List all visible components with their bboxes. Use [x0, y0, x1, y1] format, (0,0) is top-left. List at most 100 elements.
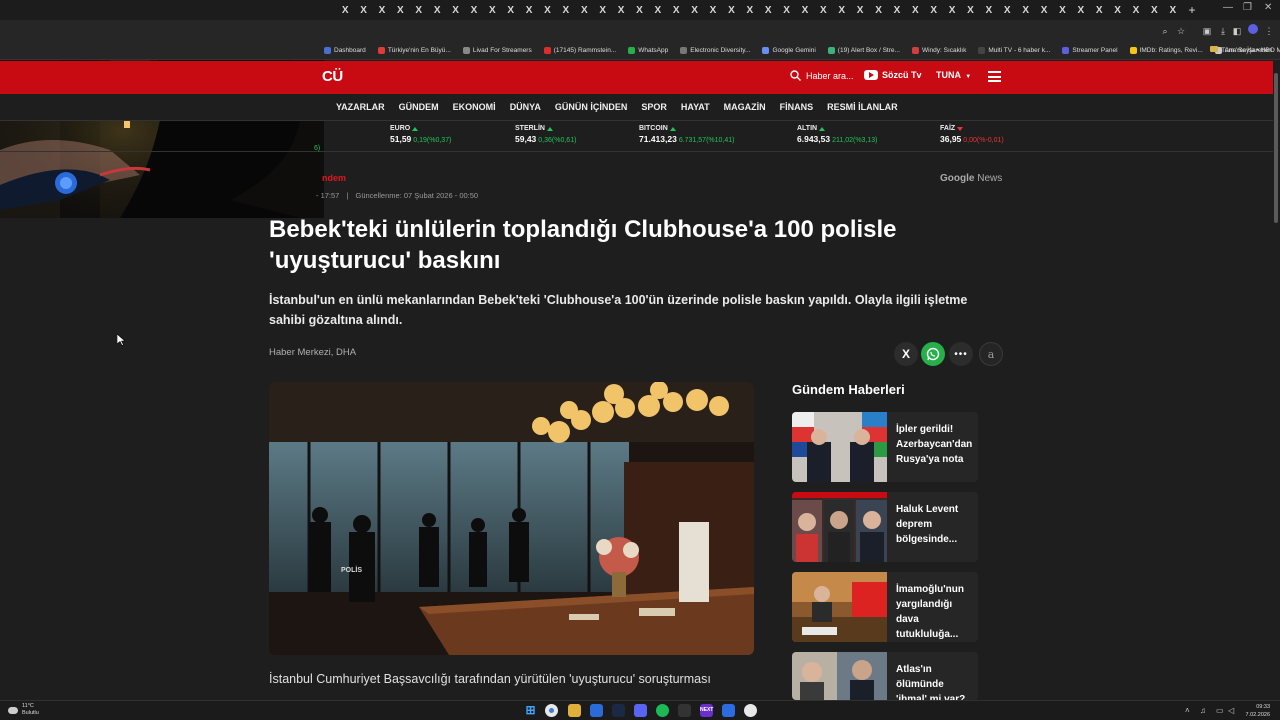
- browser-tab[interactable]: X: [888, 0, 906, 20]
- search-button[interactable]: Haber ara...: [790, 70, 854, 81]
- browser-tab[interactable]: X: [1016, 0, 1034, 20]
- tab-close-icon[interactable]: X: [507, 5, 514, 16]
- steam-icon[interactable]: [612, 704, 625, 717]
- browser-tab[interactable]: X: [943, 0, 961, 20]
- browser-tab[interactable]: X: [777, 0, 795, 20]
- tab-close-icon[interactable]: X: [1059, 5, 1066, 16]
- bookmark-item[interactable]: Streamer Panel: [1062, 47, 1118, 54]
- browser-tab[interactable]: X: [391, 0, 409, 20]
- share-x-button[interactable]: X: [894, 342, 918, 366]
- sidebar-news-item[interactable]: İmamoğlu'nun yargılandığı dava tutuklulu…: [792, 572, 978, 642]
- browser-tab[interactable]: X: [1035, 0, 1053, 20]
- browser-tab[interactable]: X: [741, 0, 759, 20]
- browser-tab[interactable]: X: [998, 0, 1016, 20]
- tab-close-icon[interactable]: X: [342, 5, 349, 16]
- browser-tab[interactable]: X: [575, 0, 593, 20]
- tab-close-icon[interactable]: X: [1077, 5, 1084, 16]
- tab-close-icon[interactable]: X: [765, 5, 772, 16]
- tab-close-icon[interactable]: X: [728, 5, 735, 16]
- bookmark-item[interactable]: WhatsApp: [628, 47, 668, 54]
- browser-tab[interactable]: X: [906, 0, 924, 20]
- tab-close-icon[interactable]: X: [581, 5, 588, 16]
- file-explorer-icon[interactable]: [568, 704, 581, 717]
- tab-close-icon[interactable]: X: [1114, 5, 1121, 16]
- nav-item[interactable]: SPOR: [641, 102, 667, 112]
- close-window-icon[interactable]: ✕: [1264, 2, 1272, 13]
- browser-tab[interactable]: X: [851, 0, 869, 20]
- browser-tab[interactable]: X: [502, 0, 520, 20]
- bookmark-star-icon[interactable]: ☆: [1174, 24, 1188, 38]
- browser-tab[interactable]: X: [685, 0, 703, 20]
- browser-tab[interactable]: X: [925, 0, 943, 20]
- hamburger-menu-icon[interactable]: [988, 71, 1001, 82]
- nav-item[interactable]: DÜNYA: [510, 102, 541, 112]
- browser-tab[interactable]: X: [869, 0, 887, 20]
- ticker-item[interactable]: FAİZ 36,95 0,00(%-0,01): [940, 125, 1004, 144]
- tab-close-icon[interactable]: X: [471, 5, 478, 16]
- tab-close-icon[interactable]: X: [397, 5, 404, 16]
- browser-tab[interactable]: X: [833, 0, 851, 20]
- browser-tab[interactable]: X: [814, 0, 832, 20]
- browser-tab[interactable]: X: [667, 0, 685, 20]
- section-label[interactable]: ndem: [322, 173, 346, 183]
- tab-close-icon[interactable]: X: [912, 5, 919, 16]
- browser-tab[interactable]: X: [649, 0, 667, 20]
- tab-close-icon[interactable]: X: [379, 5, 386, 16]
- tab-close-icon[interactable]: X: [360, 5, 367, 16]
- tab-close-icon[interactable]: X: [489, 5, 496, 16]
- puzzle-icon[interactable]: ◧: [1230, 24, 1244, 38]
- sidebar-news-item[interactable]: İpler gerildi! Azerbaycan'dan Rusya'ya n…: [792, 412, 978, 482]
- font-size-button[interactable]: a: [979, 342, 1003, 366]
- browser-tab[interactable]: X: [373, 0, 391, 20]
- nav-item[interactable]: FİNANS: [780, 102, 814, 112]
- tab-close-icon[interactable]: X: [673, 5, 680, 16]
- edge-icon[interactable]: [590, 704, 603, 717]
- volume-icon[interactable]: ◁: [1228, 706, 1234, 715]
- tab-close-icon[interactable]: X: [618, 5, 625, 16]
- tab-close-icon[interactable]: X: [1169, 5, 1176, 16]
- tab-close-icon[interactable]: X: [857, 5, 864, 16]
- browser-tab[interactable]: X: [1127, 0, 1145, 20]
- tab-close-icon[interactable]: X: [434, 5, 441, 16]
- browser-tab[interactable]: X: [612, 0, 630, 20]
- browser-tab[interactable]: X: [1072, 0, 1090, 20]
- nav-item[interactable]: RESMİ İLANLAR: [827, 102, 898, 112]
- nav-item[interactable]: MAGAZİN: [724, 102, 766, 112]
- nav-item[interactable]: YAZARLAR: [336, 102, 385, 112]
- tab-close-icon[interactable]: X: [415, 5, 422, 16]
- browser-tab[interactable]: X: [704, 0, 722, 20]
- browser-tab[interactable]: X: [1164, 0, 1182, 20]
- minimize-icon[interactable]: —: [1223, 2, 1233, 13]
- tab-close-icon[interactable]: X: [820, 5, 827, 16]
- ticker-item[interactable]: EURO 51,59 0,19(%0,37): [390, 125, 451, 144]
- browser-menu-icon[interactable]: ⋮: [1262, 24, 1276, 38]
- extensions-icon[interactable]: ▣: [1200, 24, 1214, 38]
- scrollbar-thumb[interactable]: [1274, 73, 1278, 223]
- app-icon[interactable]: [722, 704, 735, 717]
- article-hero-image[interactable]: POLİS: [269, 382, 754, 655]
- maximize-icon[interactable]: ❐: [1243, 2, 1252, 13]
- tab-close-icon[interactable]: X: [746, 5, 753, 16]
- start-icon[interactable]: ⊞: [524, 704, 537, 717]
- nav-item[interactable]: GÜNÜN İÇİNDEN: [555, 102, 628, 112]
- browser-tab[interactable]: X: [483, 0, 501, 20]
- mic-icon[interactable]: ♫: [1200, 706, 1206, 715]
- tray-chevron-icon[interactable]: ˄: [1185, 706, 1190, 715]
- browser-tab[interactable]: X: [722, 0, 740, 20]
- weather-widget[interactable]: 11°C Bulutlu: [8, 703, 39, 717]
- browser-tab[interactable]: X: [465, 0, 483, 20]
- bookmark-item[interactable]: Windy: Sıcaklık: [911, 47, 966, 54]
- streaming-app-icon[interactable]: NEXT: [700, 704, 713, 717]
- zoom-icon[interactable]: ⌕: [1158, 24, 1172, 38]
- user-menu-button[interactable]: TUNA ▼: [936, 70, 971, 80]
- system-clock[interactable]: 09:33 7.02.2026: [1246, 703, 1270, 719]
- browser-tab[interactable]: X: [336, 0, 354, 20]
- share-more-button[interactable]: •••: [949, 342, 973, 366]
- site-logo[interactable]: CÜ: [322, 68, 343, 85]
- tab-close-icon[interactable]: X: [710, 5, 717, 16]
- tab-close-icon[interactable]: X: [986, 5, 993, 16]
- discord-icon[interactable]: [634, 704, 647, 717]
- browser-tab[interactable]: X: [410, 0, 428, 20]
- browser-tab[interactable]: X: [961, 0, 979, 20]
- tab-close-icon[interactable]: X: [802, 5, 809, 16]
